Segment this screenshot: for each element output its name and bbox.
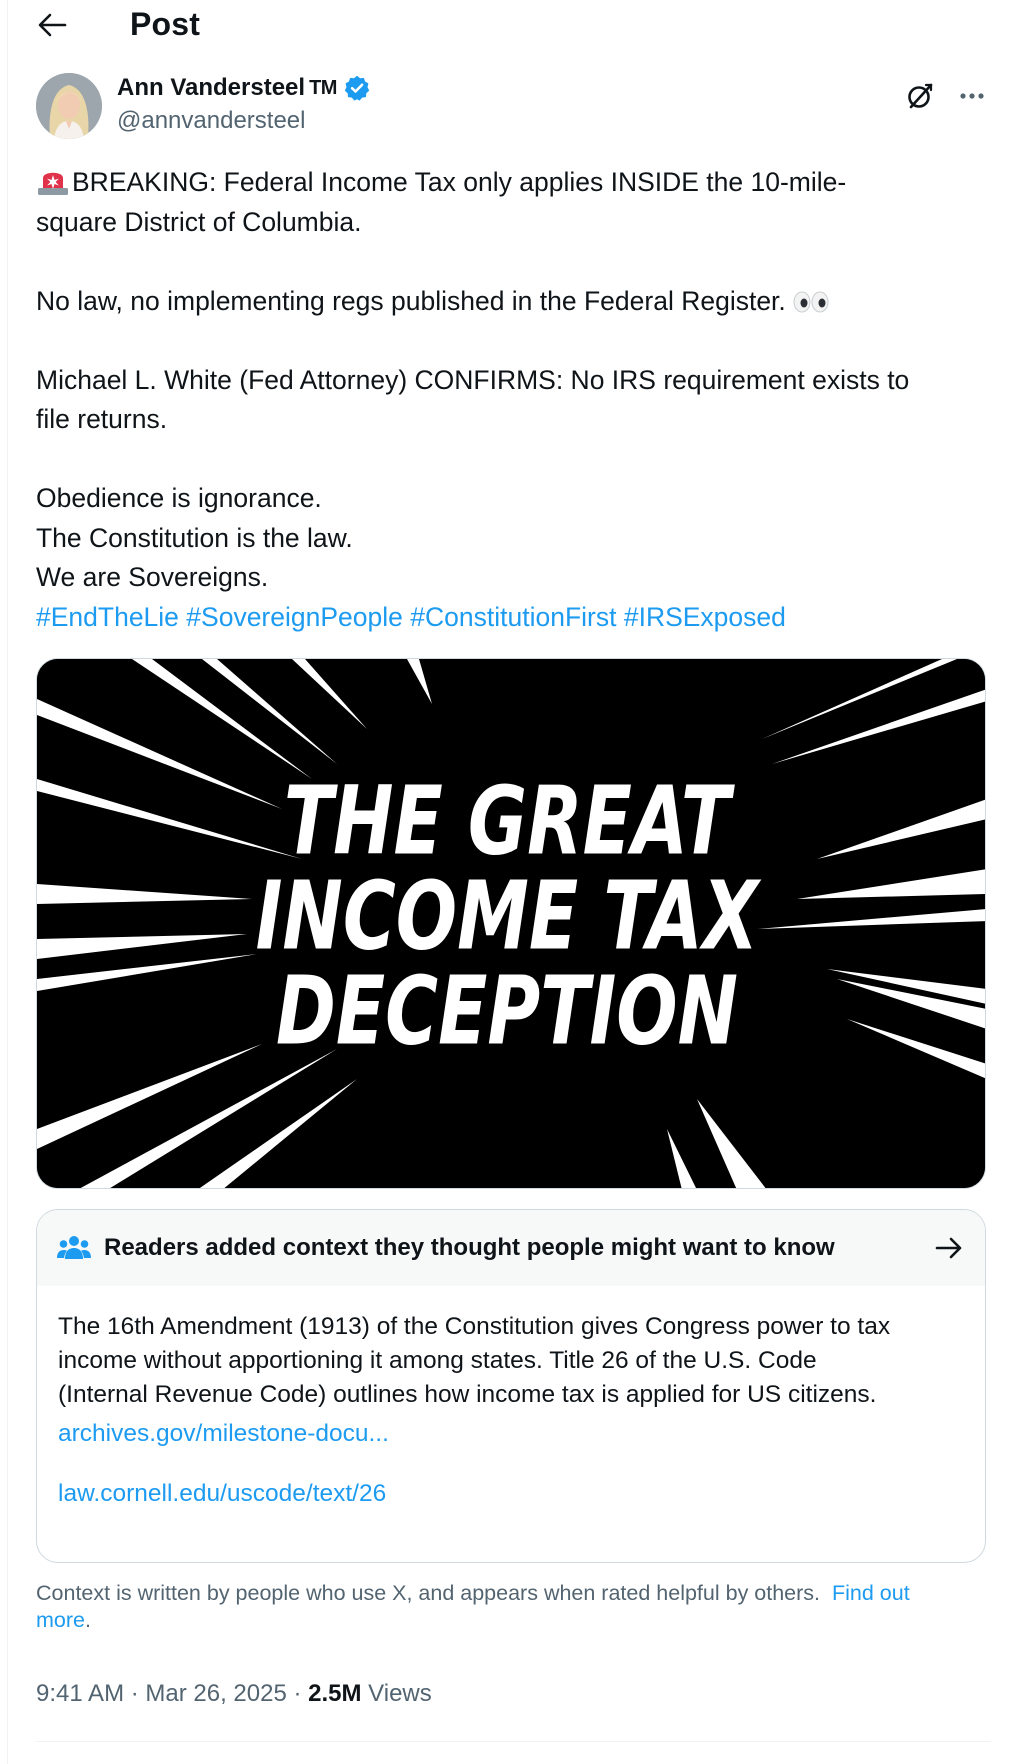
hashtag-link[interactable]: #ConstitutionFirst (410, 602, 616, 632)
post-text-line: square District of Columbia. (36, 206, 362, 237)
verified-badge-icon (344, 75, 370, 101)
post-text-line: The Constitution is the law. (36, 522, 353, 553)
people-icon (57, 1236, 91, 1259)
grok-button[interactable] (900, 76, 940, 116)
post-text-line: We are Sovereigns. (36, 562, 269, 592)
post-image[interactable]: THE GREAT INCOME TAX DECEPTION (36, 658, 986, 1189)
post-line: BREAKING: Federal Income Tax only applie… (36, 163, 991, 203)
hashtag-link[interactable]: #IRSExposed (624, 602, 786, 632)
author-name-suffix: TM (309, 76, 337, 99)
back-button[interactable] (32, 6, 72, 44)
left-divider (7, 0, 8, 1764)
find-out-more-link[interactable]: Find out (832, 1581, 910, 1605)
meta-separator: · (286, 1680, 309, 1707)
post-header: Post (0, 0, 1012, 50)
eyes-emoji-icon (793, 291, 829, 312)
page-title: Post (130, 6, 201, 42)
more-options-button[interactable] (952, 76, 992, 116)
views-count: 2.5M (308, 1680, 362, 1707)
arrow-right-icon (935, 1237, 962, 1259)
hashtag-link[interactable]: #SovereignPeople (186, 602, 403, 632)
divider (36, 1741, 991, 1742)
post-date[interactable]: Mar 26, 2025 (145, 1680, 286, 1707)
post-time[interactable]: 9:41 AM (36, 1680, 124, 1707)
arrow-left-icon (38, 13, 67, 37)
hashtag-link[interactable]: #EndTheLie (36, 602, 179, 632)
disclaimer-text: Context is written by people who use X, … (36, 1581, 821, 1605)
hashtag-row: #EndTheLie #SovereignPeople #Constitutio… (36, 598, 991, 638)
community-note-disclaimer: Context is written by people who use X, … (36, 1580, 991, 1634)
views-label: Views (361, 1680, 432, 1707)
community-note-body: The 16th Amendment (1913) of the Constit… (58, 1310, 968, 1412)
community-note-link-cornell[interactable]: law.cornell.edu/uscode/text/26 (58, 1480, 386, 1508)
community-note-line: income without apportioning it among sta… (58, 1347, 817, 1374)
image-title-line: INCOME TAX (256, 861, 762, 971)
post-page: Post Ann Vandersteel TM @annvandersteel (0, 0, 1012, 1764)
community-note-line: The 16th Amendment (1913) of the Constit… (58, 1313, 891, 1340)
post-body: BREAKING: Federal Income Tax only applie… (36, 163, 991, 637)
disclaimer-trailing: . (84, 1608, 91, 1632)
post-line: No law, no implementing regs published i… (36, 282, 991, 322)
find-out-more-link[interactable]: more (36, 1608, 85, 1632)
community-note: Readers added context they thought peopl… (36, 1209, 986, 1563)
post-text-line: Michael L. White (Fed Attorney) CONFIRMS… (36, 364, 910, 395)
author-name-row[interactable]: Ann Vandersteel TM (117, 74, 371, 102)
image-title-line: THE GREAT (284, 766, 735, 876)
grok-icon (908, 83, 933, 109)
ellipsis-icon (960, 93, 984, 99)
avatar[interactable] (36, 73, 102, 139)
author-name: Ann Vandersteel (117, 74, 306, 101)
community-note-title: Readers added context they thought peopl… (104, 1234, 835, 1261)
post-text-line: BREAKING: Federal Income Tax only applie… (72, 167, 847, 197)
post-text-line: Obedience is ignorance. (36, 483, 322, 513)
post-metadata: 9:41 AM · Mar 26, 2025 · 2.5M Views (36, 1680, 432, 1708)
police-siren-emoji-icon (38, 172, 68, 195)
post-text-line: No law, no implementing regs published i… (36, 285, 786, 316)
author-handle[interactable]: @annvandersteel (117, 107, 305, 135)
meta-separator: · (124, 1680, 146, 1707)
image-title-line: DECEPTION (276, 956, 738, 1066)
post-text-line: file returns. (36, 404, 168, 434)
community-note-line: (Internal Revenue Code) outlines how inc… (58, 1381, 877, 1408)
community-note-header[interactable]: Readers added context they thought peopl… (37, 1210, 985, 1286)
community-note-link-archives[interactable]: archives.gov/milestone-docu... (58, 1420, 389, 1448)
